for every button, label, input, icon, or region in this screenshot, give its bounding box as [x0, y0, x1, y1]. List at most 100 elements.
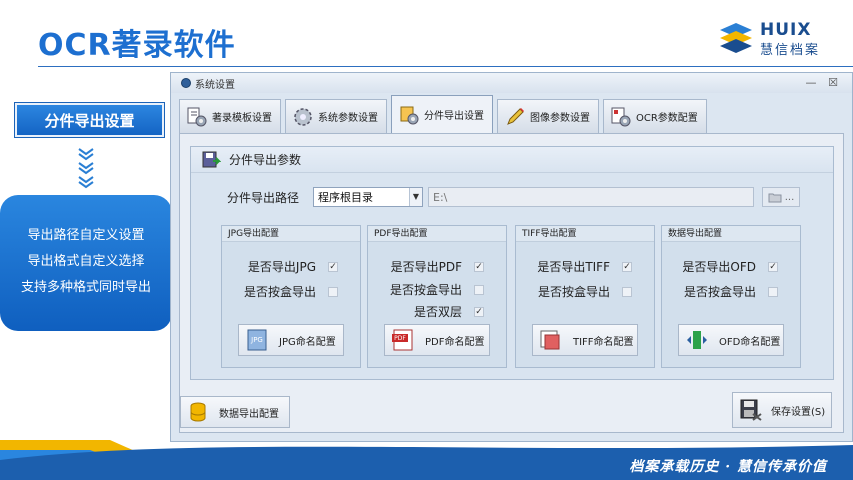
ofd-export-label: 是否导出OFD — [682, 260, 756, 274]
ofd-export-option: 是否导出OFD ✓ — [682, 258, 778, 275]
data-config-title: 数据导出配置 — [662, 226, 800, 242]
tiff-export-checkbox[interactable]: ✓ — [622, 261, 632, 272]
tiff-box-label: 是否按盒导出 — [537, 285, 610, 299]
ocr-settings-icon — [611, 107, 631, 126]
slide-title: OCR著录软件 — [38, 28, 236, 63]
feature-badge: 分件导出设置 — [15, 103, 164, 137]
feature-item: 导出路径自定义设置 — [27, 228, 145, 243]
browse-label: ... — [784, 191, 795, 203]
tiff-export-label: 是否导出TIFF — [537, 260, 610, 274]
save-icon — [740, 399, 762, 421]
export-path-input[interactable]: E:\ — [428, 187, 754, 207]
save-settings-button[interactable]: 保存设置(S) — [732, 392, 832, 428]
pdf-naming-button[interactable]: PDF PDF命名配置 — [384, 324, 490, 356]
pdf-dual-layer-checkbox[interactable]: ✓ — [474, 306, 484, 317]
ofd-box-checkbox[interactable] — [768, 286, 778, 297]
window-title: 系统设置 — [195, 79, 235, 91]
export-settings-icon — [400, 106, 419, 124]
tab-label: OCR参数配置 — [636, 113, 698, 124]
path-mode-value: 程序根目录 — [318, 191, 373, 204]
minimize-button[interactable]: — — [804, 76, 818, 90]
pdf-dual-layer-label: 是否双层 — [413, 305, 462, 319]
feature-item: 导出格式自定义选择 — [27, 254, 145, 269]
app-icon — [181, 78, 191, 88]
gear-icon — [294, 107, 312, 126]
ofd-export-checkbox[interactable]: ✓ — [768, 261, 778, 272]
feature-item: 支持多种格式同时导出 — [20, 280, 151, 295]
ofd-file-icon — [687, 331, 707, 349]
tab-split-export[interactable]: 分件导出设置 — [391, 95, 493, 133]
tab-ocr-params[interactable]: OCR参数配置 — [603, 99, 707, 133]
window-titlebar[interactable]: 系统设置 — ☒ — [171, 73, 852, 93]
data-export-config: 数据导出配置 是否导出OFD ✓ 是否按盒导出 OFD命名配置 — [661, 225, 801, 368]
tiff-naming-label: TIFF命名配置 — [573, 336, 634, 348]
down-chevrons — [76, 147, 96, 189]
jpg-export-option: 是否导出JPG ✓ — [248, 258, 338, 275]
tab-label: 系统参数设置 — [318, 113, 378, 124]
pdf-box-checkbox[interactable] — [474, 284, 484, 295]
path-mode-select[interactable]: 程序根目录 ▼ — [313, 187, 423, 207]
pdf-export-config: PDF导出配置 是否导出PDF ✓ 是否按盒导出 是否双层 ✓ PDF PDF命… — [367, 225, 507, 368]
logo-mark-icon — [720, 23, 752, 53]
tiff-box-checkbox[interactable] — [622, 286, 632, 297]
svg-text:JPG: JPG — [250, 336, 263, 344]
chevron-down-icon — [78, 162, 94, 175]
tiff-naming-button[interactable]: TIFF命名配置 — [532, 324, 638, 356]
pdf-box-label: 是否按盒导出 — [389, 283, 462, 297]
tab-image-params[interactable]: 图像参数设置 — [497, 99, 599, 133]
jpg-naming-button[interactable]: JPG JPG命名配置 — [238, 324, 344, 356]
save-export-icon — [202, 151, 221, 167]
pdf-file-icon: PDF — [392, 329, 413, 351]
title-divider — [38, 66, 853, 67]
jpg-box-option: 是否按盒导出 — [244, 283, 338, 300]
chevron-down-icon — [78, 176, 94, 189]
tiff-box-option: 是否按盒导出 — [538, 283, 632, 300]
export-path-label: 分件导出路径 — [227, 190, 300, 205]
jpg-export-config: JPG导出配置 是否导出JPG ✓ 是否按盒导出 JPG JPG命名配置 — [221, 225, 361, 368]
template-settings-icon — [187, 107, 207, 126]
jpg-box-checkbox[interactable] — [328, 286, 338, 297]
feature-list: 导出路径自定义设置 导出格式自定义选择 支持多种格式同时导出 — [0, 195, 172, 331]
tab-system-params[interactable]: 系统参数设置 — [285, 99, 387, 133]
tab-label: 著录模板设置 — [212, 113, 272, 124]
logo-text-en: HUIX — [760, 20, 812, 40]
pdf-export-checkbox[interactable]: ✓ — [474, 261, 484, 272]
tiff-export-config: TIFF导出配置 是否导出TIFF ✓ 是否按盒导出 TIFF命名配置 — [515, 225, 655, 368]
folder-icon — [768, 193, 782, 202]
save-settings-label: 保存设置(S) — [771, 406, 826, 418]
database-icon — [190, 402, 206, 422]
jpg-naming-label: JPG命名配置 — [279, 336, 336, 348]
svg-text:PDF: PDF — [394, 335, 406, 342]
data-export-config-button[interactable]: 数据导出配置 — [180, 396, 290, 428]
jpg-config-title: JPG导出配置 — [222, 226, 360, 242]
tab-catalog-template[interactable]: 著录模板设置 — [179, 99, 281, 133]
jpg-file-icon: JPG — [247, 329, 267, 351]
tiff-file-icon — [540, 330, 560, 350]
tab-label: 分件导出设置 — [424, 111, 484, 122]
group-title: 分件导出参数 — [229, 153, 302, 167]
pdf-dual-layer-option: 是否双层 ✓ — [414, 303, 484, 320]
pdf-naming-label: PDF命名配置 — [425, 336, 485, 348]
tiff-export-option: 是否导出TIFF ✓ — [537, 258, 632, 275]
export-params-group: 分件导出参数 分件导出路径 程序根目录 ▼ E:\ ... JPG导出配置 是否… — [190, 146, 834, 380]
pdf-export-label: 是否导出PDF — [390, 260, 462, 274]
pdf-box-option: 是否按盒导出 — [390, 281, 484, 298]
ofd-naming-label: OFD命名配置 — [719, 336, 781, 348]
tab-content: 分件导出参数 分件导出路径 程序根目录 ▼ E:\ ... JPG导出配置 是否… — [179, 133, 844, 433]
tab-strip: 著录模板设置 系统参数设置 分件导出设置 图像参数设置 OCR参数配置 — [179, 95, 711, 133]
chevron-down-icon[interactable]: ▼ — [409, 188, 422, 206]
huix-logo: HUIX 慧信档案 — [716, 18, 846, 58]
browse-folder-button[interactable]: ... — [762, 187, 800, 207]
tiff-config-title: TIFF导出配置 — [516, 226, 654, 242]
ofd-naming-button[interactable]: OFD命名配置 — [678, 324, 784, 356]
footer-slogan: 档案承载历史 · 慧信传承价值 — [629, 459, 827, 475]
pdf-config-title: PDF导出配置 — [368, 226, 506, 242]
jpg-export-label: 是否导出JPG — [247, 260, 316, 274]
slide: OCR著录软件 HUIX 慧信档案 分件导出设置 导出路径自定义设置 导出格式自… — [0, 0, 853, 480]
logo-text-cn: 慧信档案 — [760, 43, 821, 58]
pencil-icon — [507, 107, 524, 125]
data-export-label: 数据导出配置 — [219, 408, 279, 420]
close-button[interactable]: ☒ — [826, 76, 840, 90]
group-header: 分件导出参数 — [191, 147, 833, 173]
jpg-export-checkbox[interactable]: ✓ — [328, 261, 338, 272]
